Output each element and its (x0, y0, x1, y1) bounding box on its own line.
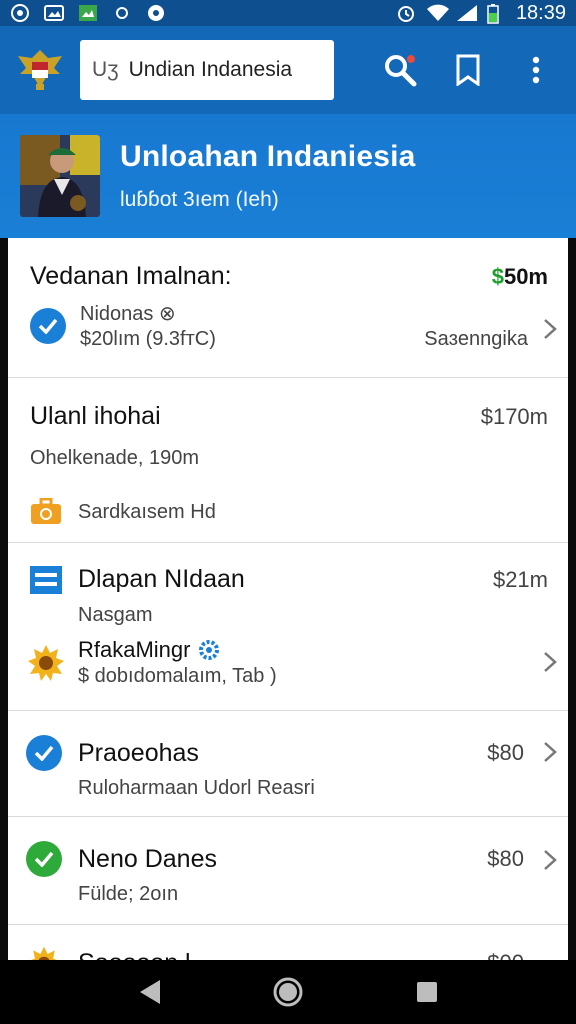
item-tag: Sardkaısem Hd (78, 500, 216, 523)
check-badge-icon (26, 841, 62, 877)
wifi-icon (426, 4, 449, 22)
item-title: Praoeohas (78, 738, 199, 767)
list-item[interactable]: Dlapan NIdaan $21m Nasgam RfakaMingr $ d… (8, 543, 568, 711)
item-user: RfakaMingr (78, 637, 191, 662)
list-item[interactable]: Sooooon l $00 (8, 925, 568, 960)
chevron-right-icon (542, 741, 558, 763)
item-right-label: Saɜenngika (424, 327, 528, 350)
item-amount: $80 (487, 846, 524, 871)
item-amount: $170m (480, 403, 548, 429)
back-icon[interactable] (129, 972, 169, 1012)
chevron-right-icon (542, 651, 558, 673)
app-notification-icon (78, 4, 98, 22)
garuda-crest-logo[interactable] (14, 44, 66, 96)
currency-symbol: $ (491, 263, 504, 289)
result-list: Vedanan Imalnan: $50m Nidonas ⊗ $20lım (… (8, 238, 568, 960)
profile-subtitle: luɓɓot 3ıem (Ieh) (120, 188, 279, 211)
status-bar: 18:39 (0, 0, 576, 26)
item-title: Dlapan NIdaan (78, 565, 245, 593)
item-title: Neno Danes (78, 844, 217, 873)
check-badge-icon (26, 735, 62, 771)
search-value: Undian Indanesia (128, 58, 293, 81)
chevron-right-icon (542, 849, 558, 871)
sun-badge-icon (26, 945, 62, 960)
system-nav-bar (0, 960, 576, 1024)
home-icon[interactable] (268, 972, 308, 1012)
app-bar: Uʒ Undian Indanesia (0, 26, 576, 114)
search-field[interactable]: Uʒ Undian Indanesia (80, 40, 334, 100)
signal-icon (456, 4, 477, 22)
settings-dot-icon (112, 4, 132, 22)
item-title: Ulanl ihohai (30, 402, 161, 430)
item-amount: $21m (492, 566, 548, 592)
battery-icon (486, 4, 506, 24)
check-badge-icon (30, 308, 66, 344)
item-title: Sooooon l (78, 949, 191, 961)
item-sub: Nasgam (78, 604, 153, 626)
messenger-icon (10, 4, 30, 22)
item-amount: $80 (487, 740, 524, 765)
recents-icon[interactable] (407, 972, 447, 1012)
item-detail: Fülde; 2oın (78, 883, 179, 905)
item-detail: Ruloharmaan Udorl Reasri (78, 777, 315, 799)
gallery-icon (44, 4, 64, 22)
overflow-menu-icon[interactable] (518, 52, 554, 88)
list-item[interactable]: Vedanan Imalnan: $50m Nidonas ⊗ $20lım (… (8, 238, 568, 378)
bookmark-icon[interactable] (450, 52, 486, 88)
item-name: Nidonas ⊗ (80, 303, 176, 325)
list-item[interactable]: Neno Danes $80 Fülde; 2oın (8, 817, 568, 925)
item-detail: Ohelkenade, 190m (30, 447, 200, 469)
verified-gear-icon (198, 639, 220, 661)
search-icon[interactable] (382, 52, 418, 88)
item-detail: $20lım (9.3fтC) (80, 328, 216, 350)
item-user-detail: $ dobıdomalaım, Tab ) (78, 665, 277, 687)
item-title: Vedanan Imalnan: (30, 262, 232, 290)
search-prefix-text: Uʒ (92, 58, 119, 81)
profile-header: Unloahan Indaniesia luɓɓot 3ıem (Ieh) (0, 114, 576, 238)
profile-avatar[interactable] (20, 135, 100, 217)
briefcase-icon (30, 497, 62, 526)
list-item[interactable]: Ulanl ihohai $170m Ohelkenade, 190m Sard… (8, 378, 568, 543)
profile-title: Unloahan Indaniesia (120, 140, 416, 173)
alarm-icon (396, 4, 416, 22)
item-amount: $00 (487, 950, 524, 960)
status-time: 18:39 (515, 1, 566, 24)
list-item[interactable]: Praoeohas $80 Ruloharmaan Udorl Reasri (8, 711, 568, 817)
record-icon (146, 4, 166, 22)
sun-badge-icon (26, 643, 66, 683)
chevron-right-icon (542, 318, 558, 340)
list-icon (30, 565, 62, 594)
item-amount: $50m (491, 263, 548, 289)
